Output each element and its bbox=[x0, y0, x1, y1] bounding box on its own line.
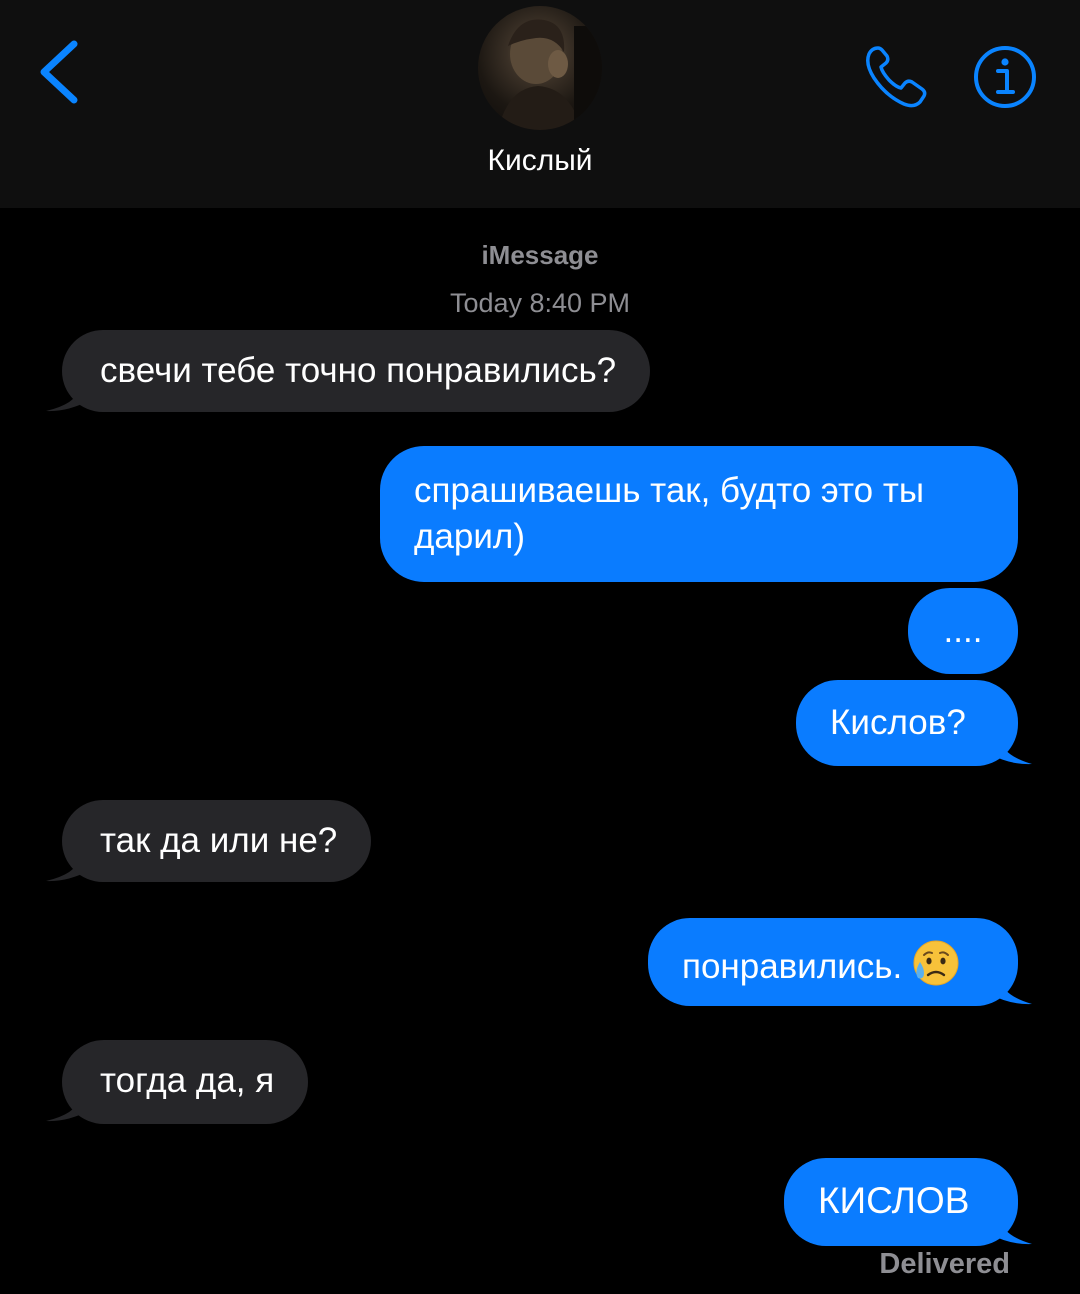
avatar-image bbox=[498, 19, 602, 130]
message-bubble-incoming[interactable]: так да или не? bbox=[62, 800, 372, 882]
message-text: понравились. bbox=[682, 947, 903, 986]
sad-but-relieved-face-icon bbox=[913, 940, 959, 986]
back-button[interactable] bbox=[30, 36, 90, 106]
message-text: так да или не? bbox=[100, 821, 338, 860]
message-bubble-outgoing[interactable]: .... bbox=[908, 588, 1018, 674]
message-bubble-incoming[interactable]: свечи тебе точно понравились? bbox=[62, 330, 651, 412]
message-text: КИСЛОВ bbox=[818, 1180, 970, 1221]
message-timestamp: Today 8:40 PM bbox=[449, 288, 631, 318]
contact-avatar[interactable] bbox=[478, 6, 602, 130]
conversation-header: Кислый bbox=[0, 0, 1080, 208]
info-button[interactable] bbox=[972, 44, 1038, 110]
chevron-left-icon bbox=[40, 40, 78, 104]
info-icon bbox=[974, 46, 1036, 108]
message-bubble-outgoing[interactable]: КИСЛОВ bbox=[784, 1158, 1018, 1246]
call-button[interactable] bbox=[860, 40, 932, 112]
message-bubble-outgoing[interactable]: Кислов? bbox=[796, 680, 1018, 766]
message-bubble-outgoing[interactable]: спрашиваешь так, будто это ты дарил) bbox=[380, 446, 1018, 582]
message-text: Кислов? bbox=[830, 703, 966, 742]
message-bubble-incoming[interactable]: тогда да, я bbox=[62, 1040, 309, 1124]
message-text-line: спрашиваешь так, будто это ты bbox=[414, 471, 925, 510]
message-bubble-outgoing[interactable]: понравились. bbox=[648, 918, 1018, 1006]
message-text: тогда да, я bbox=[100, 1061, 275, 1100]
phone-icon bbox=[866, 46, 927, 108]
message-text-line: дарил) bbox=[414, 517, 525, 556]
message-text: свечи тебе точно понравились? bbox=[100, 351, 617, 390]
contact-name[interactable]: Кислый bbox=[0, 144, 1080, 178]
service-label: iMessage bbox=[481, 240, 599, 270]
message-text: .... bbox=[943, 611, 983, 650]
delivery-status: Delivered bbox=[879, 1248, 1010, 1280]
